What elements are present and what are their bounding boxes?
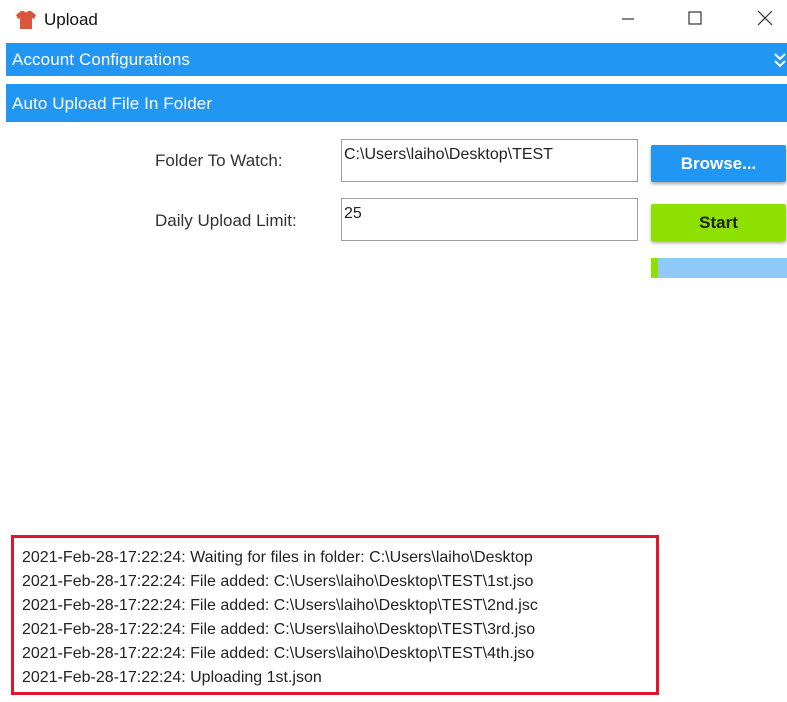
upload-progress-fill: [651, 258, 658, 278]
log-line: 2021-Feb-28-17:22:24: File added: C:\Use…: [22, 597, 538, 614]
minimize-icon: [621, 11, 635, 30]
window-title: Upload: [44, 10, 98, 29]
tshirt-icon: [15, 10, 37, 30]
log-line: 2021-Feb-28-17:22:24: File added: C:\Use…: [22, 645, 535, 662]
maximize-button[interactable]: [667, 0, 723, 40]
auto-upload-label: Auto Upload File In Folder: [12, 94, 213, 113]
log-line: 2021-Feb-28-17:22:24: File added: C:\Use…: [22, 621, 536, 638]
close-icon: [757, 10, 773, 31]
account-configurations-label: Account Configurations: [12, 50, 190, 69]
close-button[interactable]: [737, 0, 787, 40]
daily-upload-limit-input[interactable]: 25: [341, 198, 638, 241]
log-line: 2021-Feb-28-17:22:24: Waiting for files …: [22, 549, 533, 566]
folder-to-watch-label: Folder To Watch:: [155, 151, 283, 170]
folder-path-input[interactable]: C:\Users\laiho\Desktop\TEST: [341, 139, 638, 182]
minimize-button[interactable]: [600, 0, 656, 40]
log-line: 2021-Feb-28-17:22:24: File added: C:\Use…: [22, 573, 534, 590]
daily-upload-limit-label: Daily Upload Limit:: [155, 211, 297, 230]
account-configurations-header[interactable]: Account Configurations: [6, 43, 787, 76]
auto-upload-header[interactable]: Auto Upload File In Folder: [6, 84, 787, 122]
upload-progress-bar: [651, 258, 787, 278]
maximize-icon: [688, 10, 702, 30]
start-button[interactable]: Start: [651, 204, 786, 241]
log-line: 2021-Feb-28-17:22:24: Uploading 1st.json: [22, 669, 322, 686]
double-chevron-down-icon[interactable]: [773, 51, 787, 69]
browse-button[interactable]: Browse...: [651, 145, 786, 182]
log-output: 2021-Feb-28-17:22:24: Waiting for files …: [11, 535, 659, 695]
title-bar: Upload: [0, 0, 787, 40]
